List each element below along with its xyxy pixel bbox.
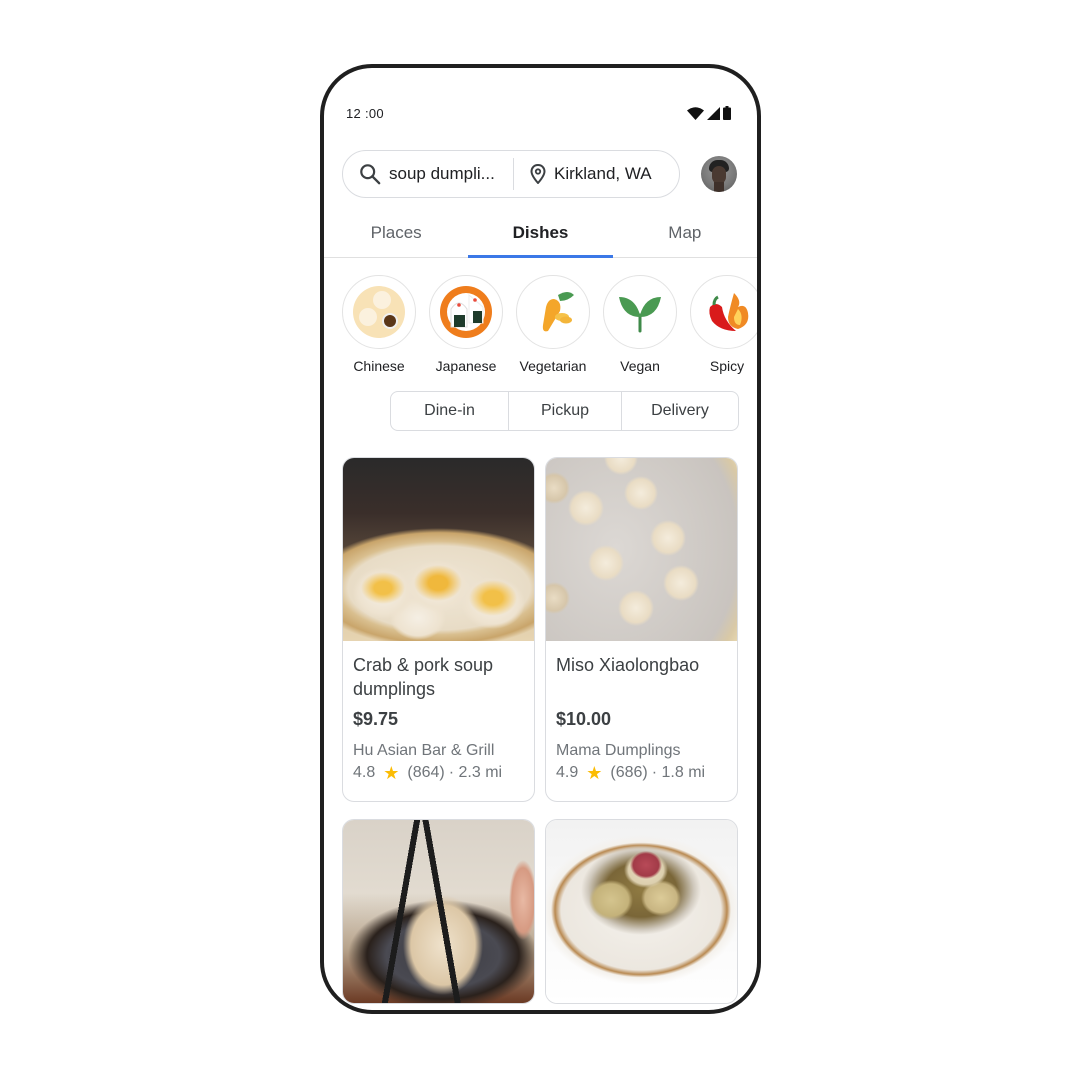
- search-bar[interactable]: soup dumpli... Kirkland, WA: [342, 150, 680, 198]
- dish-meta: 4.9 ★ (686) · 1.8 mi: [556, 764, 727, 782]
- dish-image: [343, 458, 534, 641]
- dish-card[interactable]: [545, 819, 738, 1004]
- app-screen: 12 :00 soup dumpli... Kirkland, WA Place…: [324, 68, 757, 1010]
- location-text: Kirkland, WA: [554, 164, 652, 183]
- location-pin-icon: [530, 164, 546, 184]
- category-chinese[interactable]: Chinese: [342, 275, 416, 374]
- chili-fire-icon: [709, 293, 749, 331]
- dish-image: [546, 458, 737, 641]
- delivery-button[interactable]: Delivery: [622, 392, 738, 430]
- dish-price: $9.75: [353, 709, 399, 729]
- dish-info: Miso Xiaolongbao $10.00 Mama Dumplings 4…: [546, 641, 737, 801]
- category-label: Vegetarian: [519, 358, 587, 374]
- category-label: Vegan: [620, 358, 660, 374]
- dine-in-button[interactable]: Dine-in: [391, 392, 509, 430]
- category-label: Spicy: [709, 358, 745, 374]
- star-icon: ★: [383, 763, 400, 783]
- phone-frame: 12 :00 soup dumpli... Kirkland, WA Place…: [320, 64, 761, 1014]
- tab-dishes[interactable]: Dishes: [468, 208, 613, 258]
- carrot-icon: [542, 292, 574, 332]
- dish-card[interactable]: [342, 819, 535, 1004]
- dish-image: [546, 820, 737, 1003]
- search-row: soup dumpli... Kirkland, WA: [342, 149, 737, 199]
- status-time: 12 :00: [346, 105, 384, 121]
- category-japanese[interactable]: Japanese: [429, 275, 503, 374]
- cuisine-categories: Chinese Japanese Vegetarian Vegan Spicy: [342, 275, 757, 374]
- tab-map[interactable]: Map: [613, 208, 757, 257]
- star-icon: ★: [586, 763, 603, 783]
- tab-bar: Places Dishes Map: [324, 208, 757, 258]
- location-field[interactable]: Kirkland, WA: [514, 151, 652, 197]
- sprout-icon: [619, 297, 661, 333]
- signal-icon: [707, 106, 720, 120]
- dish-meta: 4.8 ★ (864) · 2.3 mi: [353, 764, 524, 782]
- wifi-icon: [687, 106, 704, 120]
- dish-card[interactable]: Miso Xiaolongbao $10.00 Mama Dumplings 4…: [545, 457, 738, 802]
- dish-card[interactable]: Crab & pork soup dumplings $9.75 Hu Asia…: [342, 457, 535, 802]
- pickup-button[interactable]: Pickup: [509, 392, 622, 430]
- distance: · 1.8 mi: [651, 764, 706, 781]
- dish-name: Crab & pork soup dumplings: [353, 655, 494, 699]
- restaurant-name[interactable]: Mama Dumplings: [556, 742, 727, 760]
- category-vegan[interactable]: Vegan: [603, 275, 677, 374]
- distance: · 2.3 mi: [448, 764, 503, 781]
- dim-sum-icon: [353, 286, 405, 338]
- category-vegetarian[interactable]: Vegetarian: [516, 275, 590, 374]
- status-bar: 12 :00: [346, 104, 731, 122]
- status-icons: [687, 106, 731, 120]
- avatar[interactable]: [701, 156, 737, 192]
- search-query-field[interactable]: soup dumpli...: [343, 151, 513, 197]
- search-query-text: soup dumpli...: [389, 164, 495, 183]
- category-label: Chinese: [353, 358, 405, 374]
- review-count: (686): [610, 764, 648, 781]
- restaurant-name[interactable]: Hu Asian Bar & Grill: [353, 742, 524, 760]
- rating: 4.9: [556, 764, 579, 781]
- dish-name: Miso Xiaolongbao: [556, 655, 700, 675]
- dish-info: Crab & pork soup dumplings $9.75 Hu Asia…: [343, 641, 534, 801]
- category-label: Japanese: [435, 358, 497, 374]
- rating: 4.8: [353, 764, 376, 781]
- dish-price: $10.00: [556, 709, 612, 729]
- dish-image: [343, 820, 534, 1003]
- category-spicy[interactable]: Spicy: [690, 275, 757, 374]
- tab-places[interactable]: Places: [324, 208, 468, 257]
- service-options: Dine-in Pickup Delivery: [390, 391, 739, 431]
- battery-icon: [723, 106, 731, 120]
- review-count: (864): [407, 764, 445, 781]
- search-icon: [360, 164, 381, 185]
- onigiri-icon: [440, 286, 492, 338]
